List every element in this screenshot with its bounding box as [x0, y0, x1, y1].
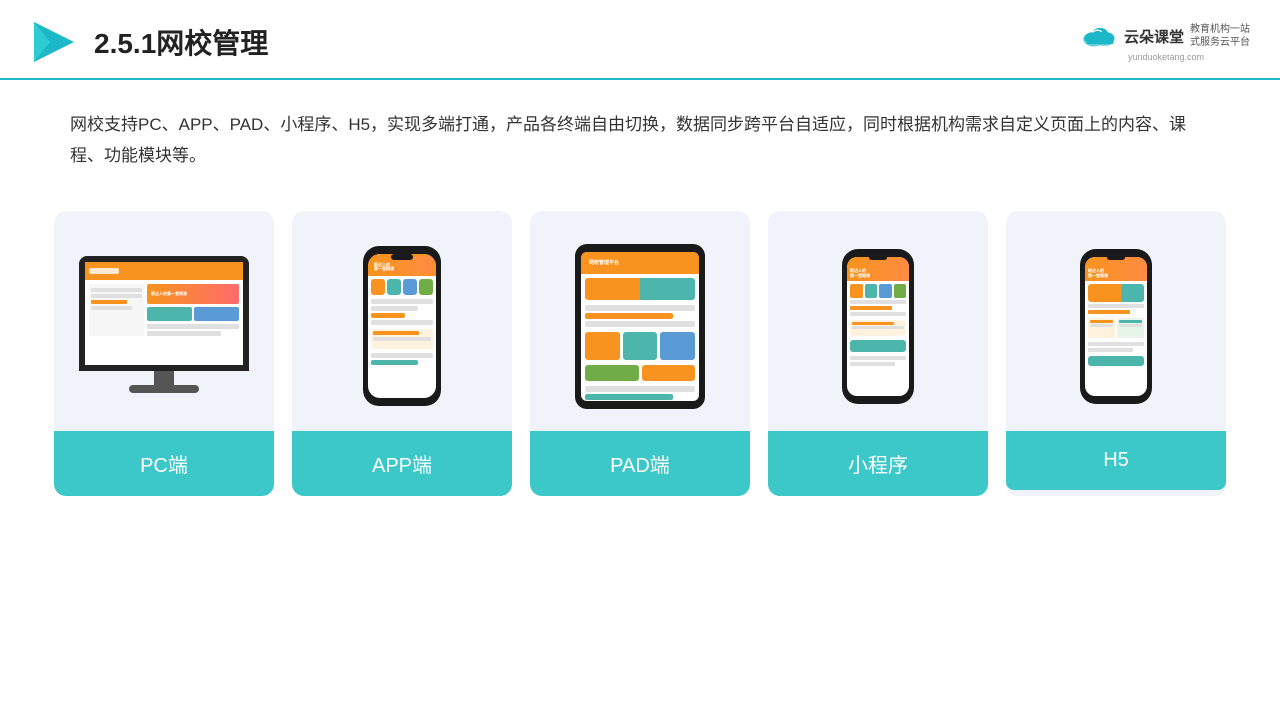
card-app: 职达人的第一堂网课 [292, 211, 512, 496]
play-icon [30, 18, 78, 66]
page-title: 2.5.1网校管理 [94, 22, 268, 62]
card-app-image: 职达人的第一堂网课 [292, 211, 512, 431]
description: 网校支持PC、APP、PAD、小程序、H5，实现多端打通，产品各终端自由切换，数… [0, 80, 1280, 181]
card-h5: 职达人的第一堂网课 [1006, 211, 1226, 496]
cards-container: 职达人的第一堂网课 [0, 181, 1280, 496]
header: 2.5.1网校管理 云朵课堂 教育机构一站 式服务云平台 yunduoketan… [0, 0, 1280, 80]
cloud-icon [1082, 22, 1118, 50]
card-miniprogram-label: 小程序 [768, 431, 988, 496]
logo-url: yunduoketang.com [1128, 52, 1204, 62]
pc-monitor-mockup: 职达人的第一堂网课 [74, 256, 254, 396]
card-h5-image: 职达人的第一堂网课 [1006, 211, 1226, 431]
card-pc-label: PC端 [54, 431, 274, 496]
logo-area: 云朵课堂 教育机构一站 式服务云平台 yunduoketang.com [1082, 22, 1250, 62]
header-left: 2.5.1网校管理 [30, 18, 268, 66]
card-pad: 网校管理平台 [530, 211, 750, 496]
card-pc-image: 职达人的第一堂网课 [54, 211, 274, 431]
card-h5-label: H5 [1006, 431, 1226, 490]
card-pad-image: 网校管理平台 [530, 211, 750, 431]
logo-tagline: 教育机构一站 式服务云平台 [1190, 23, 1250, 49]
logo-name: 云朵课堂 [1124, 26, 1184, 47]
logo-cloud: 云朵课堂 教育机构一站 式服务云平台 [1082, 22, 1250, 50]
tablet-pad-mockup: 网校管理平台 [575, 244, 705, 409]
description-text: 网校支持PC、APP、PAD、小程序、H5，实现多端打通，产品各终端自由切换，数… [70, 115, 1186, 165]
card-miniprogram-image: 职达人的第一堂网课 [768, 211, 988, 431]
card-pc: 职达人的第一堂网课 [54, 211, 274, 496]
card-pad-label: PAD端 [530, 431, 750, 496]
card-app-label: APP端 [292, 431, 512, 496]
card-miniprogram: 职达人的第一堂网课 [768, 211, 988, 496]
phone-miniprogram-mockup: 职达人的第一堂网课 [842, 249, 914, 404]
phone-app-mockup: 职达人的第一堂网课 [363, 246, 441, 406]
phone-h5-mockup: 职达人的第一堂网课 [1080, 249, 1152, 404]
